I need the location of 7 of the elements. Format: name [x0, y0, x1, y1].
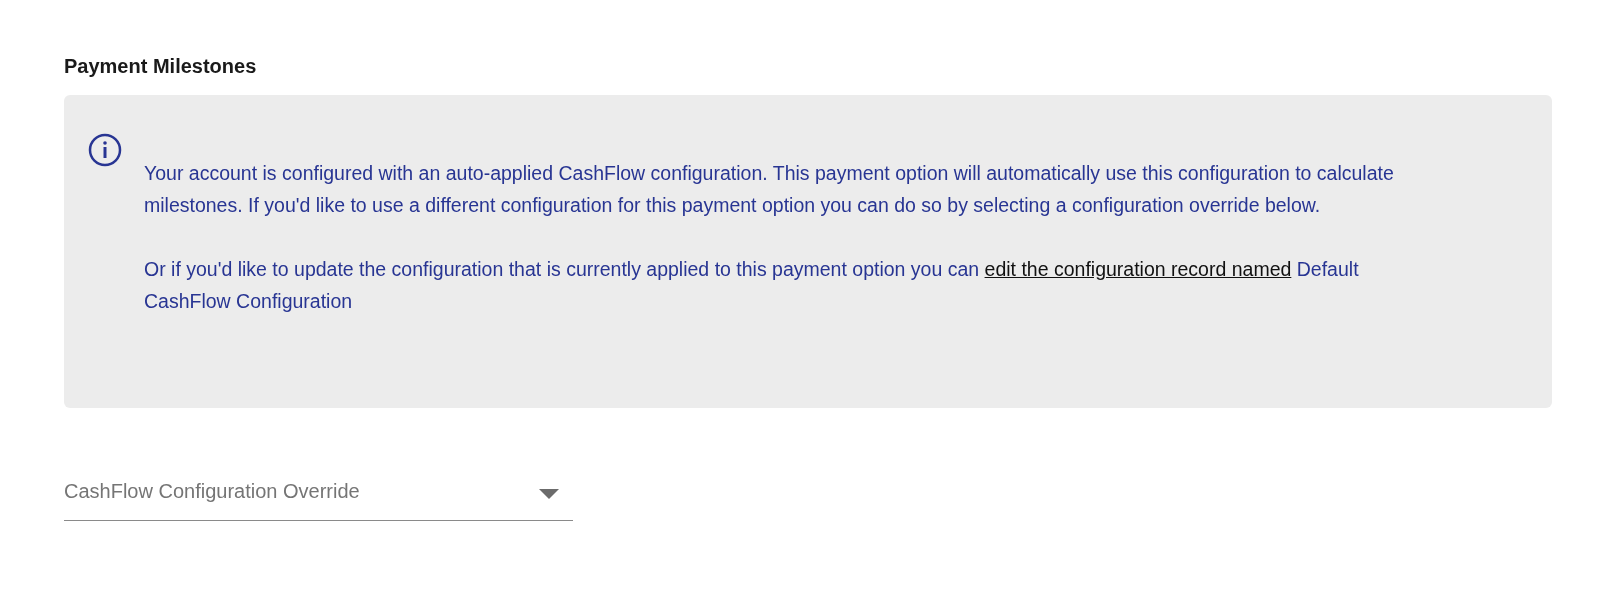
dropdown-caret-icon	[539, 489, 559, 499]
update-note: Or if you'd like to update the configuration that is currently applied to this payment option you can edit the configuration record named Default CashFlow Configuration	[144, 257, 1360, 314]
override-select[interactable]: CashFlow Configuration Override	[64, 476, 573, 521]
info-icon	[88, 133, 122, 167]
info-message: Your account is configured with an auto-applied CashFlow configuration. This payment option will automatically use this configuration to calculate milestones. If you'd like to use a different configuration for this payment option you can do so by selecting a configuration override below.	[144, 161, 1395, 218]
section-heading: Payment Milestones	[64, 54, 258, 79]
edit-config-link[interactable]: edit the configuration record named	[984, 258, 1292, 280]
